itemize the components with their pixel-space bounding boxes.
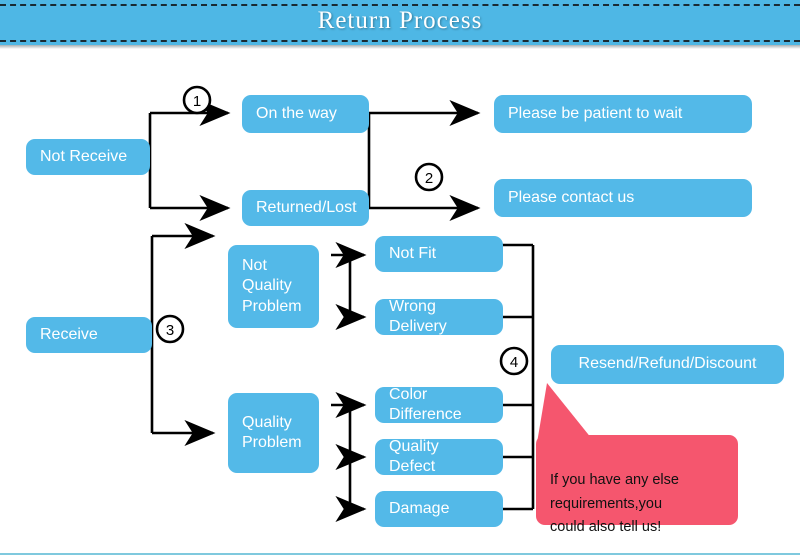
step-marker-3-label: 3 <box>166 322 174 339</box>
node-not-fit[interactable]: Not Fit <box>375 236 503 272</box>
node-resend-refund-discount-label: Resend/Refund/Discount <box>578 355 757 373</box>
node-be-patient-to-wait-label: Please be patient to wait <box>508 104 683 122</box>
node-receive-label: Receive <box>40 325 98 343</box>
node-not-quality-problem-label: Not Quality Problem <box>242 256 302 315</box>
node-wrong-delivery[interactable]: Wrong Delivery <box>375 297 503 335</box>
node-on-the-way[interactable]: On the way <box>242 95 369 133</box>
header-dashed-line-top <box>0 4 800 6</box>
node-resend-refund-discount[interactable]: Resend/Refund/Discount <box>551 345 784 384</box>
header-dashed-line-bottom <box>0 40 800 42</box>
node-not-receive[interactable]: Not Receive <box>26 139 150 175</box>
node-quality-problem[interactable]: Quality Problem <box>228 393 319 473</box>
step-marker-1-label: 1 <box>193 93 201 110</box>
node-be-patient-to-wait[interactable]: Please be patient to wait <box>494 95 752 133</box>
node-not-receive-label: Not Receive <box>40 147 128 165</box>
node-wrong-delivery-label: Wrong Delivery <box>389 297 447 335</box>
step-marker-2: 2 <box>414 162 444 192</box>
node-returned-lost[interactable]: Returned/Lost <box>242 190 369 226</box>
callout-text: If you have any else requirements,you co… <box>550 472 679 536</box>
node-color-difference-label: Color Difference <box>389 385 462 423</box>
flowchart: 1 2 3 4 Not Receive On the way Returned/… <box>0 49 800 553</box>
step-marker-4: 4 <box>499 346 529 376</box>
node-quality-defect-label: Quality Defect <box>389 437 439 475</box>
step-marker-2-label: 2 <box>425 170 433 187</box>
node-returned-lost-label: Returned/Lost <box>256 198 357 216</box>
return-process-infographic: Return Process 1 2 3 4 Not Receive On th… <box>0 0 800 556</box>
bottom-rule <box>0 553 800 555</box>
node-on-the-way-label: On the way <box>256 104 337 122</box>
node-quality-problem-label: Quality Problem <box>242 413 302 451</box>
node-damage-label: Damage <box>389 499 450 517</box>
step-marker-1: 1 <box>182 85 212 115</box>
step-marker-3: 3 <box>155 314 185 344</box>
node-not-quality-problem[interactable]: Not Quality Problem <box>228 245 319 328</box>
node-please-contact-us[interactable]: Please contact us <box>494 179 752 217</box>
node-not-fit-label: Not Fit <box>389 244 437 262</box>
node-receive[interactable]: Receive <box>26 317 152 353</box>
step-marker-4-label: 4 <box>510 354 518 371</box>
node-damage[interactable]: Damage <box>375 491 503 527</box>
node-color-difference[interactable]: Color Difference <box>375 385 503 423</box>
callout-bubble[interactable]: If you have any else requirements,you co… <box>536 435 738 535</box>
node-please-contact-us-label: Please contact us <box>508 188 635 206</box>
node-quality-defect[interactable]: Quality Defect <box>375 437 503 475</box>
page-title: Return Process <box>317 7 483 34</box>
